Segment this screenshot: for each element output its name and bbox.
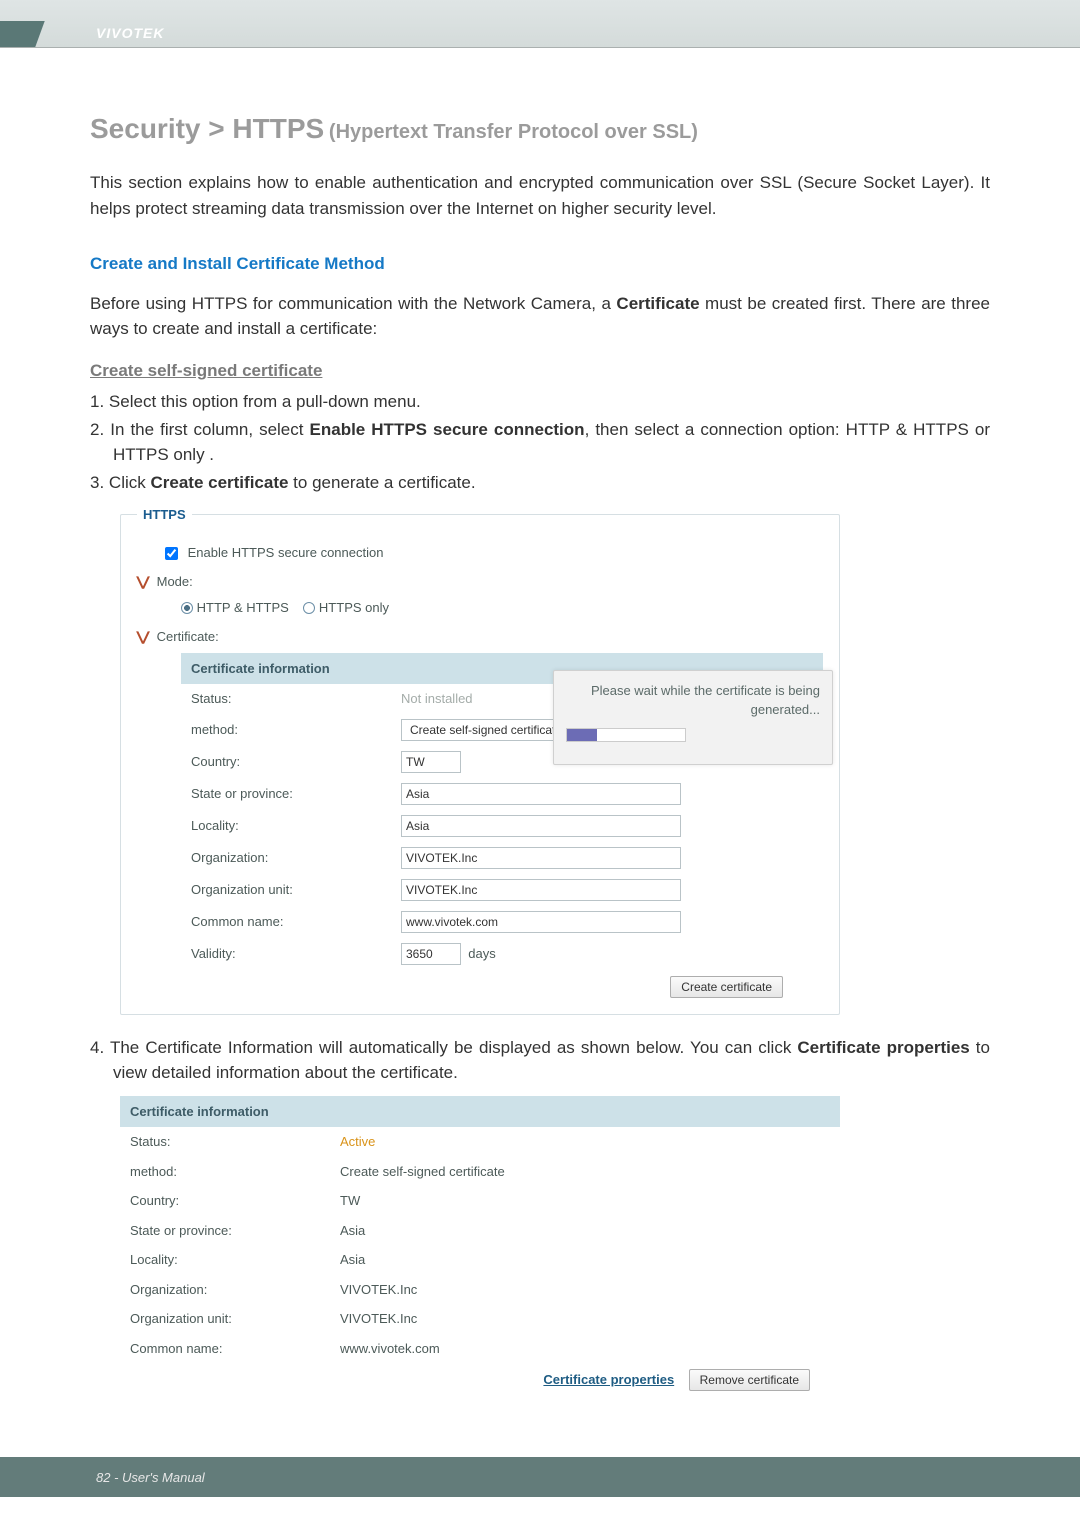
- certificate-active-panel: Certificate information Status: Active m…: [120, 1096, 840, 1398]
- enable-https-checkbox[interactable]: [165, 547, 178, 560]
- mode-https-only: HTTPS only: [319, 600, 389, 615]
- remove-certificate-button[interactable]: Remove certificate: [689, 1369, 810, 1391]
- state-input[interactable]: [401, 783, 681, 805]
- radio-http-https[interactable]: [181, 602, 193, 614]
- commonname-value-2: www.vivotek.com: [330, 1334, 840, 1364]
- section-intro: Before using HTTPS for communication wit…: [90, 291, 990, 342]
- popup-line1: Please wait while the certificate is bei…: [566, 681, 820, 701]
- https-panel: HTTPS Enable HTTPS secure connection ⋁ M…: [120, 505, 840, 1015]
- step-list-2: The Certificate Information will automat…: [90, 1035, 990, 1086]
- commonname-label: Common name:: [181, 906, 391, 938]
- mode-label: Mode:: [157, 574, 193, 589]
- state-label-2: State or province:: [120, 1216, 330, 1246]
- commonname-label-2: Common name:: [120, 1334, 330, 1364]
- radio-https-only[interactable]: [303, 602, 315, 614]
- locality-input[interactable]: [401, 815, 681, 837]
- status-label: Status:: [181, 684, 391, 714]
- validity-label: Validity:: [181, 938, 391, 970]
- certificate-row: ⋁ Certificate:: [137, 627, 823, 647]
- orgunit-input[interactable]: [401, 879, 681, 901]
- progress-bar: [566, 728, 686, 742]
- section-title: Create and Install Certificate Method: [90, 251, 990, 277]
- breadcrumb: Security > HTTPS (Hypertext Transfer Pro…: [90, 108, 990, 150]
- certificate-label: Certificate:: [157, 629, 219, 644]
- https-legend: HTTPS: [137, 505, 192, 525]
- orgunit-label-2: Organization unit:: [120, 1304, 330, 1334]
- brand-name: VIVOTEK: [96, 25, 164, 41]
- step-1: Select this option from a pull-down menu…: [90, 389, 990, 415]
- breadcrumb-sub: (Hypertext Transfer Protocol over SSL): [329, 121, 698, 143]
- locality-label-2: Locality:: [120, 1245, 330, 1275]
- organization-label-2: Organization:: [120, 1275, 330, 1305]
- locality-label: Locality:: [181, 810, 391, 842]
- method-label-2: method:: [120, 1157, 330, 1187]
- method-label: method:: [181, 714, 391, 746]
- cert-info-header-2: Certificate information: [120, 1096, 840, 1128]
- locality-value-2: Asia: [330, 1245, 840, 1275]
- state-label: State or province:: [181, 778, 391, 810]
- popup-line2: generated...: [566, 700, 820, 720]
- step-3: Click Create certificate to generate a c…: [90, 470, 990, 496]
- step-4: The Certificate Information will automat…: [90, 1035, 990, 1086]
- mode-options: HTTP & HTTPS HTTPS only: [181, 598, 823, 618]
- subsection-title: Create self-signed certificate: [90, 358, 990, 384]
- state-value-2: Asia: [330, 1216, 840, 1246]
- progress-popup: Please wait while the certificate is bei…: [553, 670, 833, 765]
- page-header: VIVOTEK: [0, 0, 1080, 48]
- validity-input[interactable]: [401, 943, 461, 965]
- enable-row: Enable HTTPS secure connection: [165, 543, 823, 563]
- page-footer: 82 - User's Manual: [0, 1457, 1080, 1497]
- section-intro-b: Certificate: [616, 294, 699, 313]
- chevron-down-icon[interactable]: ⋁: [136, 627, 150, 647]
- organization-input[interactable]: [401, 847, 681, 869]
- orgunit-label: Organization unit:: [181, 874, 391, 906]
- mode-http-https: HTTP & HTTPS: [197, 600, 289, 615]
- country-label: Country:: [181, 746, 391, 778]
- cert-info-table-2: Status: Active method: Create self-signe…: [120, 1127, 840, 1363]
- header-accent: [0, 21, 45, 47]
- section-intro-a: Before using HTTPS for communication wit…: [90, 294, 616, 313]
- certificate-properties-link[interactable]: Certificate properties: [543, 1372, 674, 1387]
- country-value-2: TW: [330, 1186, 840, 1216]
- orgunit-value-2: VIVOTEK.Inc: [330, 1304, 840, 1334]
- chevron-down-icon[interactable]: ⋁: [136, 572, 150, 592]
- enable-https-label: Enable HTTPS secure connection: [188, 545, 384, 560]
- create-certificate-button[interactable]: Create certificate: [670, 976, 783, 998]
- progress-fill: [567, 729, 597, 741]
- validity-suffix: days: [468, 946, 495, 961]
- step-list: Select this option from a pull-down menu…: [90, 389, 990, 495]
- country-input[interactable]: [401, 751, 461, 773]
- organization-value-2: VIVOTEK.Inc: [330, 1275, 840, 1305]
- mode-row: ⋁ Mode:: [137, 572, 823, 592]
- status-active-value: Active: [340, 1134, 375, 1149]
- commonname-input[interactable]: [401, 911, 681, 933]
- step-2: In the first column, select Enable HTTPS…: [90, 417, 990, 468]
- country-label-2: Country:: [120, 1186, 330, 1216]
- intro-text: This section explains how to enable auth…: [90, 170, 990, 221]
- status-label-2: Status:: [120, 1127, 330, 1157]
- method-value-2: Create self-signed certificate: [330, 1157, 840, 1187]
- footer-text: 82 - User's Manual: [96, 1470, 205, 1485]
- organization-label: Organization:: [181, 842, 391, 874]
- breadcrumb-main: Security > HTTPS: [90, 113, 324, 144]
